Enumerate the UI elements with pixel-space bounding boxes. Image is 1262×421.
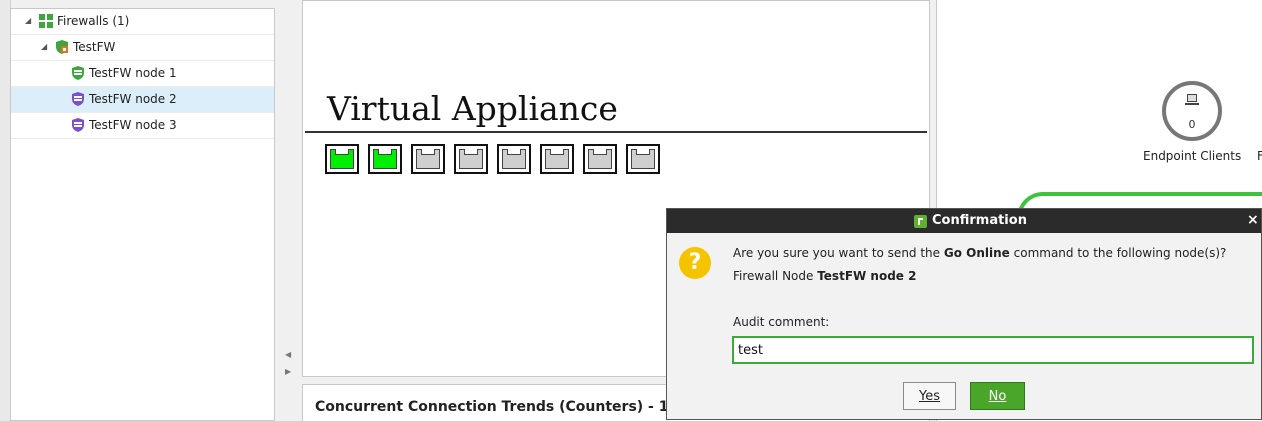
no-button[interactable]: No <box>970 382 1025 410</box>
dialog-titlebar[interactable]: Confirmation × <box>667 209 1261 233</box>
appliance-title: Virtual Appliance <box>327 89 618 128</box>
target-node-line: Firewall Node TestFW node 2 <box>733 269 917 283</box>
tree-item-testfw-node-3[interactable]: TestFW node 3 <box>11 113 274 139</box>
truncated-node-label: F <box>1257 149 1262 163</box>
expand-arrow-icon[interactable]: ◢ <box>25 16 31 25</box>
confirmation-dialog: Confirmation × ? Are you sure you want t… <box>666 208 1262 420</box>
tree-item-label: TestFW node 3 <box>89 118 177 132</box>
network-port-1[interactable] <box>325 144 359 174</box>
firewall-node-icon <box>72 118 84 132</box>
network-port-8[interactable] <box>626 144 660 174</box>
expand-right-icon[interactable]: ▶ <box>285 367 291 376</box>
collapse-left-icon[interactable]: ◀ <box>285 350 291 359</box>
endpoint-clients-count: 0 <box>1188 118 1196 131</box>
firewall-tree: ◢ Firewalls (1) ◢ TestFW TestFW node 1 T… <box>10 8 275 421</box>
expand-arrow-icon[interactable]: ◢ <box>41 42 47 51</box>
tree-item-testfw-node-1[interactable]: TestFW node 1 <box>11 61 274 87</box>
cluster-lock-icon <box>56 40 68 54</box>
tree-item-firewalls[interactable]: ◢ Firewalls (1) <box>11 9 274 35</box>
panel-splitter[interactable]: ◀ ▶ <box>280 0 296 421</box>
network-port-2[interactable] <box>368 144 402 174</box>
network-port-3[interactable] <box>411 144 445 174</box>
confirmation-message: Are you sure you want to send the Go Onl… <box>733 246 1227 260</box>
yes-button[interactable]: Yes <box>903 382 956 410</box>
audit-comment-input[interactable] <box>732 336 1254 364</box>
network-port-5[interactable] <box>497 144 531 174</box>
appliance-divider <box>305 131 927 133</box>
network-port-4[interactable] <box>454 144 488 174</box>
laptop-icon <box>1185 94 1199 105</box>
trends-title: Concurrent Connection Trends (Counters) … <box>315 399 710 415</box>
tree-item-label: TestFW node 1 <box>89 66 177 80</box>
tree-item-label: TestFW node 2 <box>89 92 177 106</box>
firewall-node-icon <box>72 66 84 80</box>
app-logo-icon <box>914 215 927 228</box>
close-icon[interactable]: × <box>1247 212 1259 228</box>
endpoint-clients-label: Endpoint Clients <box>1143 149 1242 163</box>
tree-item-label: TestFW <box>73 40 116 54</box>
question-icon: ? <box>679 247 711 279</box>
firewall-node-icon <box>72 92 84 106</box>
tree-item-testfw[interactable]: ◢ TestFW <box>11 35 274 61</box>
audit-comment-label: Audit comment: <box>733 315 830 329</box>
endpoint-clients-node[interactable]: 0 <box>1162 81 1222 141</box>
dialog-title: Confirmation <box>932 213 1027 228</box>
tree-item-label: Firewalls (1) <box>57 14 130 28</box>
grid-icon <box>39 14 53 28</box>
network-port-7[interactable] <box>583 144 617 174</box>
tree-item-testfw-node-2[interactable]: TestFW node 2 <box>11 87 274 113</box>
network-port-6[interactable] <box>540 144 574 174</box>
